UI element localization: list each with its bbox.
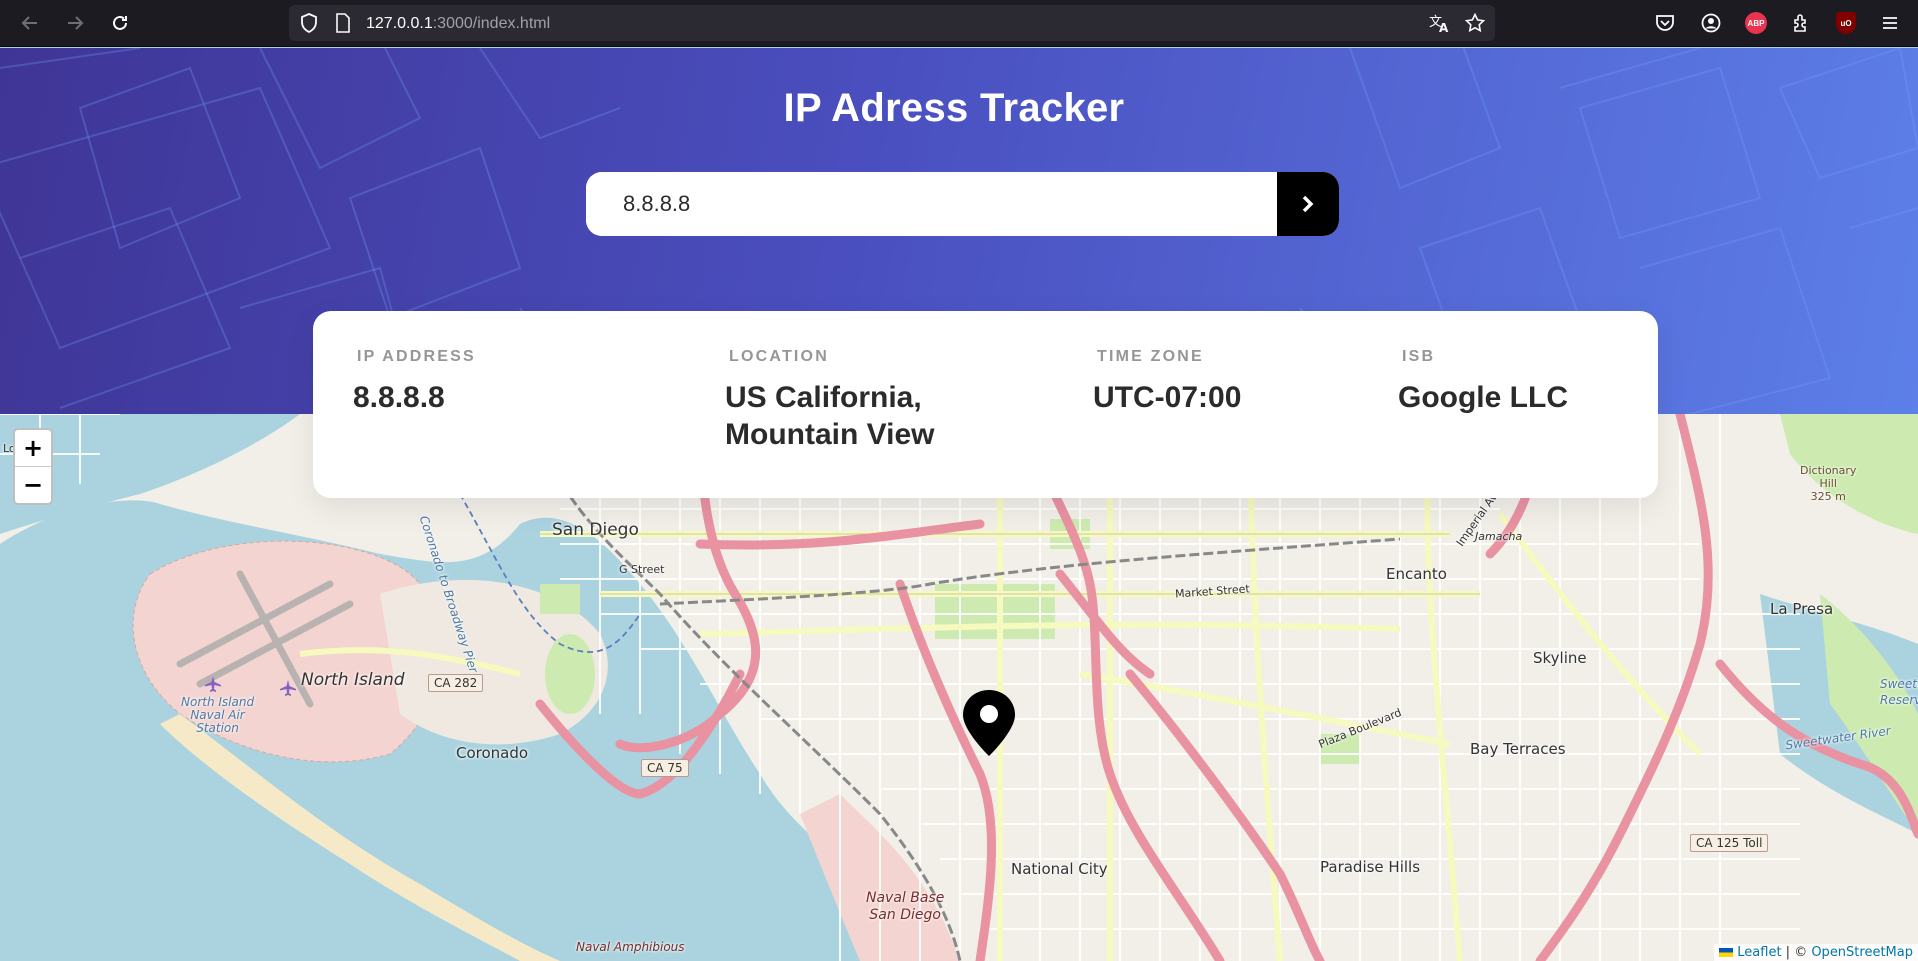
hill-line1: Dictionary [1800,464,1857,477]
location-value-line1: US California, [725,381,922,414]
ublock-badge: uO [1836,12,1856,34]
page-icon [332,12,354,34]
ip-address-section: IP ADDRESS 8.8.8.8 [353,348,476,416]
menu-icon[interactable] [1877,10,1903,36]
map-label-skyline: Skyline [1533,649,1587,667]
isp-value: Google LLC [1398,381,1568,414]
route-shield-ca125: CA 125 Toll [1690,834,1769,852]
leaflet-link[interactable]: Leaflet [1737,945,1781,960]
ip-address-label: IP ADDRESS [357,348,476,365]
search-bar [586,172,1339,236]
location-section: LOCATION US California, Mountain View [725,348,934,453]
url-path: :3000/index.html [432,15,551,32]
naval-base-line1: Naval Base [866,890,945,906]
map-label-coronado: Coronado [456,744,529,762]
chevron-right-icon [1302,195,1314,213]
map-attribution: Leaflet | © OpenStreetMap [1714,944,1918,961]
map-label-la-presa: La Presa [1770,600,1834,618]
back-icon[interactable] [15,8,45,38]
route-shield-ca75: CA 75 [641,759,689,777]
airport-icon [280,680,296,696]
map-label-paradise-hills: Paradise Hills [1320,858,1421,876]
openstreetmap-link[interactable]: OpenStreetMap [1811,945,1913,960]
map-label-sweetwater-reservoir: Sweetwa Reserv [1880,676,1918,708]
svg-text:A: A [1439,21,1449,33]
forward-icon[interactable] [60,8,90,38]
bookmark-star-icon[interactable] [1464,12,1486,34]
pocket-icon[interactable] [1652,10,1678,36]
timezone-section: TIME ZONE UTC-07:00 [1093,348,1241,416]
reload-icon[interactable] [105,8,135,38]
map-label-g-street: G Street [619,563,665,576]
page-title: IP Adress Tracker [783,86,1125,130]
map-label-naval-air-station: North Island Naval Air Station [181,696,254,735]
airport-icon [205,676,221,692]
ip-info-card: IP ADDRESS 8.8.8.8 LOCATION US Californi… [313,311,1658,498]
adblock-plus-icon[interactable]: ABP [1743,10,1769,36]
url-text[interactable]: 127.0.0.1:3000/index.html [366,15,550,33]
location-value-line2: Mountain View [725,418,935,451]
ublock-origin-icon[interactable]: uO [1833,10,1859,36]
zoom-control: + − [13,428,53,505]
isp-label: ISB [1402,348,1436,365]
isp-section: ISB Google LLC [1398,348,1568,416]
translate-icon[interactable]: 文A [1429,12,1451,34]
address-bar[interactable]: 127.0.0.1:3000/index.html 文A [289,5,1495,41]
route-shield-ca282: CA 282 [428,674,484,692]
timezone-label: TIME ZONE [1097,348,1204,365]
abp-badge: ABP [1745,12,1767,34]
ukraine-flag-icon [1719,948,1734,957]
browser-toolbar: 127.0.0.1:3000/index.html 文A ABP uO [0,0,1918,47]
map-label-naval-base: Naval Base San Diego [866,890,944,924]
search-submit-button[interactable] [1277,172,1339,236]
ip-address-value: 8.8.8.8 [353,381,445,414]
extensions-icon[interactable] [1788,10,1814,36]
timezone-value: UTC-07:00 [1093,381,1242,414]
ip-search-input[interactable] [586,172,1277,236]
map-label-jamacha: Jamacha [1475,530,1523,543]
station-line3: Station [196,721,239,735]
zoom-out-button[interactable]: − [15,466,51,503]
hill-line3: 325 m [1810,490,1846,503]
location-label: LOCATION [729,348,829,365]
map-label-national-city: National City [1011,860,1108,878]
reservoir-line1: Sweetwa [1880,677,1918,691]
location-value: US California, Mountain View [725,379,934,453]
location-pin-icon[interactable] [960,688,1018,758]
zoom-in-button[interactable]: + [15,430,51,466]
reservoir-line2: Reserv [1880,693,1918,707]
map-label-encanto: Encanto [1386,565,1447,583]
map-label-naval-amphibious: Naval Amphibious [576,940,685,954]
map-label-bay-terraces: Bay Terraces [1470,740,1566,758]
url-host: 127.0.0.1 [366,15,433,32]
map-label-san-diego: San Diego [552,520,639,540]
account-icon[interactable] [1698,10,1724,36]
attribution-separator: | © [1781,945,1812,960]
map-label-dictionary-hill: Dictionary Hill 325 m [1800,464,1856,503]
shield-icon[interactable] [298,12,320,34]
naval-base-line2: San Diego [869,907,941,923]
hill-line2: Hill [1819,477,1837,490]
map-label-north-island: North Island [301,670,405,690]
